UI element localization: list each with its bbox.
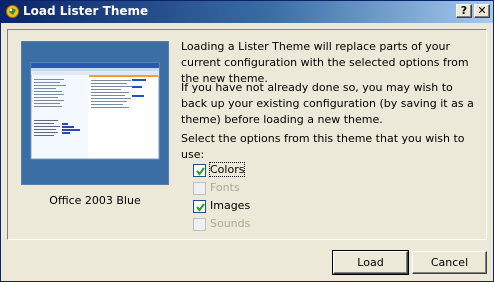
title-bar[interactable]: Load Lister Theme ? ✕ [1, 1, 493, 23]
check-icon [196, 167, 205, 176]
theme-name-label: Office 2003 Blue [49, 194, 141, 207]
load-button[interactable]: Load [332, 250, 409, 275]
images-checkbox[interactable] [193, 200, 206, 213]
lister-theme-icon [6, 5, 19, 18]
colors-label: Colors [208, 162, 246, 177]
sounds-checkbox[interactable] [193, 218, 206, 231]
colors-checkbox[interactable] [193, 164, 206, 177]
preview-screenshot [22, 42, 168, 184]
window-title: Load Lister Theme [23, 4, 149, 18]
help-button[interactable]: ? [456, 4, 472, 18]
close-icon: ✕ [477, 4, 487, 17]
check-icon [196, 203, 205, 212]
description-paragraph-3: Select the options from this theme that … [181, 132, 465, 161]
fonts-label: Fonts [210, 181, 240, 194]
close-button[interactable]: ✕ [474, 4, 490, 18]
theme-preview-image [21, 41, 169, 185]
fonts-checkbox[interactable] [193, 182, 206, 195]
images-label: Images [210, 199, 251, 212]
description-paragraph-2: If you have not already done so, you may… [181, 81, 474, 126]
cancel-button[interactable]: Cancel [412, 251, 487, 274]
load-lister-theme-dialog: Load Lister Theme ? ✕ Office 2003 Blue L… [0, 0, 494, 282]
sounds-label: Sounds [210, 217, 251, 230]
